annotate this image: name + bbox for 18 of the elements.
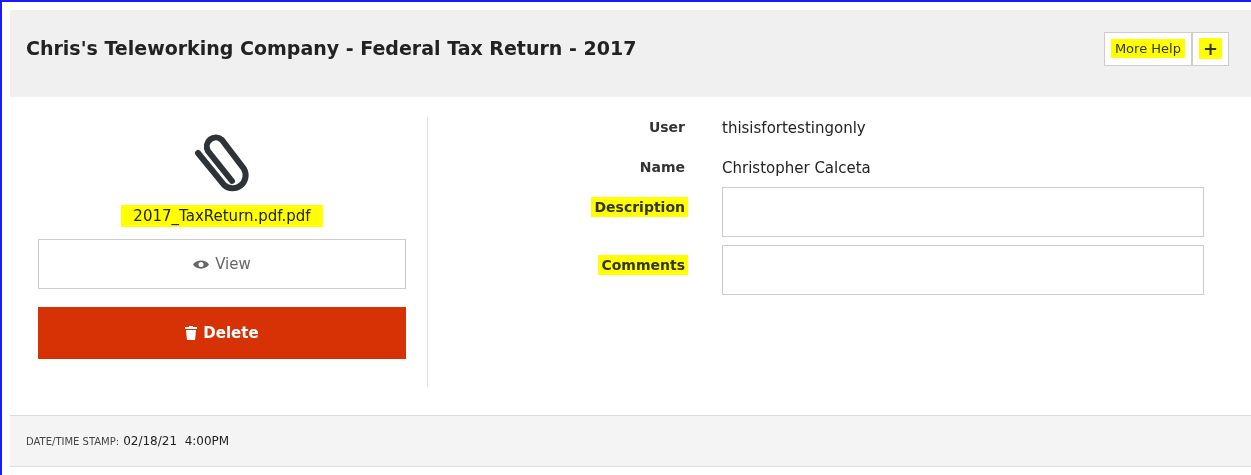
field-label: Name — [638, 158, 686, 177]
more-help-button[interactable]: More Help — [1103, 31, 1192, 66]
input-field[interactable] — [722, 245, 1204, 295]
timestamp-value: 02/18/21 4:00PM — [123, 434, 230, 448]
delete-button[interactable]: Delete — [38, 307, 406, 359]
trash-icon — [185, 326, 198, 340]
field-label: User — [647, 118, 686, 137]
add-button[interactable]: + — [1191, 31, 1229, 66]
timestamp-label: DATE/TIME STAMP: — [26, 435, 120, 447]
field-label: Comments — [598, 255, 688, 275]
eye-icon — [193, 258, 210, 270]
field-label: Description — [591, 197, 688, 217]
file-name: 2017_TaxReturn.pdf.pdf — [121, 205, 323, 227]
page-title: Chris's Teleworking Company - Federal Tax Return - 2017 — [26, 36, 637, 59]
input-field[interactable] — [722, 187, 1204, 237]
field-value: thisisfortestingonly — [722, 118, 867, 139]
field-value: Christopher Calceta — [722, 158, 872, 179]
view-button[interactable]: View — [38, 239, 406, 289]
